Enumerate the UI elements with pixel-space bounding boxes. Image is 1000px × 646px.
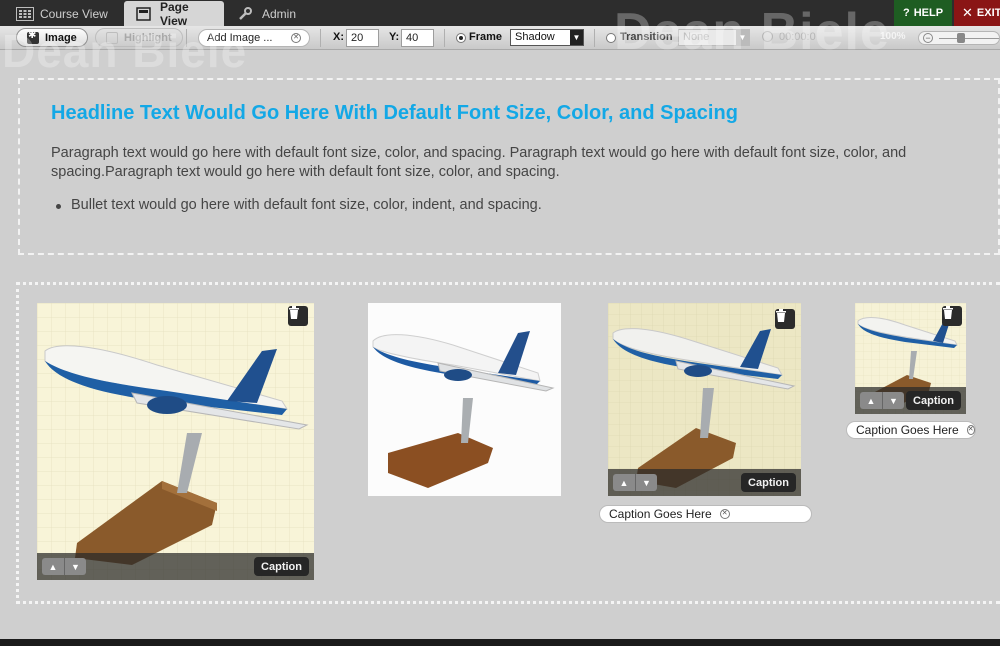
bullet-item: Bullet text would go here with default f… — [56, 197, 542, 213]
text-content-block[interactable]: Headline Text Would Go Here With Default… — [18, 78, 1000, 255]
tab-page-view[interactable]: Page View — [124, 0, 224, 28]
caption-input[interactable]: Caption Goes Here ✕ — [599, 505, 812, 523]
toolbar-divider — [186, 29, 187, 47]
move-up-button[interactable]: ▲ — [613, 474, 635, 491]
caption-input[interactable]: Caption Goes Here ✕ — [846, 421, 976, 439]
gallery-image-3[interactable]: ▲ ▼ Caption — [608, 303, 801, 496]
top-navigation-bar: Course View Page View Admin ? HELP ✕ EXI… — [0, 0, 1000, 28]
image-controls: ▲ ▼ Caption — [608, 469, 801, 496]
airplane-model-image — [372, 331, 555, 488]
tab-admin-label: Admin — [262, 6, 297, 21]
tab-admin[interactable]: Admin — [226, 1, 306, 26]
clear-icon[interactable]: ✕ — [719, 509, 730, 519]
image-star-icon: ✱ — [27, 30, 39, 44]
highlight-icon — [106, 31, 118, 44]
image-controls: ▲ ▼ Caption — [37, 553, 314, 580]
caption-input-value: Caption Goes Here — [856, 423, 959, 437]
caption-input-value: Caption Goes Here — [609, 507, 712, 521]
caption-button[interactable]: Caption — [741, 473, 796, 492]
frame-select[interactable]: Shadow ▼ — [510, 29, 584, 46]
move-down-button[interactable]: ▼ — [64, 558, 86, 575]
grid-icon — [16, 6, 34, 21]
page-paragraph: Paragraph text would go here with defaul… — [51, 145, 907, 180]
reorder-arrows: ▲ ▼ — [860, 392, 904, 409]
delete-image-button[interactable] — [288, 306, 308, 326]
exit-button[interactable]: ✕ EXIT — [954, 0, 1000, 26]
clear-icon[interactable]: ✕ — [291, 33, 301, 43]
toolbar-divider — [444, 29, 445, 47]
help-label: HELP — [913, 7, 944, 19]
image-controls: ▲ ▼ Caption — [855, 387, 966, 414]
frame-radio[interactable] — [456, 33, 466, 43]
x-position-input[interactable]: 20 — [346, 29, 379, 47]
highlight-mode-button[interactable]: Highlight — [95, 28, 183, 47]
gallery-image-4[interactable]: ▲ ▼ Caption — [855, 303, 966, 414]
trash-icon — [776, 309, 786, 322]
move-up-button[interactable]: ▲ — [860, 392, 882, 409]
move-down-button[interactable]: ▼ — [635, 474, 657, 491]
frame-select-value: Shadow — [515, 31, 555, 43]
zoom-track — [939, 38, 999, 39]
zoom-slider[interactable]: − — [918, 31, 1000, 45]
image-mode-button[interactable]: ✱ Image — [16, 28, 88, 47]
transition-radio[interactable] — [606, 33, 616, 43]
toolbar-divider — [320, 29, 321, 47]
transition-label: Transition — [620, 31, 673, 43]
reorder-arrows: ▲ ▼ — [42, 558, 86, 575]
page-icon — [136, 6, 152, 21]
toolbar-divider — [594, 29, 595, 47]
chevron-down-icon: ▼ — [736, 30, 749, 45]
transition-select[interactable]: None ▼ — [678, 29, 750, 46]
tab-course-view-label: Course View — [40, 6, 108, 21]
gallery-image-2[interactable] — [368, 303, 561, 496]
help-button[interactable]: ? HELP — [894, 0, 952, 26]
trash-icon — [943, 306, 953, 319]
tab-page-view-label: Page View — [160, 0, 189, 28]
frame-label: Frame — [469, 31, 503, 43]
y-label: Y: — [389, 31, 400, 43]
add-image-field[interactable]: Add Image ... ✕ — [198, 29, 310, 47]
caption-button[interactable]: Caption — [254, 557, 309, 576]
delete-image-button[interactable] — [942, 306, 962, 326]
clock-icon — [762, 31, 773, 42]
y-position-input[interactable]: 40 — [401, 29, 434, 47]
zoom-thumb[interactable] — [957, 33, 965, 43]
move-up-button[interactable]: ▲ — [42, 558, 64, 575]
zoom-out-icon[interactable]: − — [923, 33, 933, 43]
caption-button[interactable]: Caption — [906, 391, 961, 410]
airplane-model-image — [608, 303, 801, 496]
highlight-mode-label: Highlight — [124, 31, 172, 44]
tab-course-view[interactable]: Course View — [4, 1, 123, 26]
exit-label: EXIT — [976, 7, 1000, 19]
chevron-down-icon: ▼ — [570, 30, 583, 45]
time-value: 00:00:0 — [779, 31, 816, 43]
trash-icon — [289, 306, 299, 319]
airplane-model-image — [37, 303, 314, 580]
move-down-button[interactable]: ▼ — [882, 392, 904, 409]
clear-icon[interactable]: ✕ — [966, 425, 975, 435]
page-toolbar: ✱ Image Highlight Add Image ... ✕ X: 20 … — [0, 26, 1000, 50]
reorder-arrows: ▲ ▼ — [613, 474, 657, 491]
image-mode-label: Image — [45, 31, 77, 44]
close-icon: ✕ — [962, 5, 973, 20]
gallery-image-1[interactable]: ▲ ▼ Caption — [37, 303, 314, 580]
wrench-icon — [238, 6, 254, 21]
zoom-value: 100% — [880, 31, 906, 42]
add-image-value: Add Image ... — [207, 32, 273, 44]
transition-select-value: None — [683, 31, 710, 43]
question-icon: ? — [902, 7, 910, 19]
delete-image-button[interactable] — [775, 309, 795, 329]
bottom-bar — [0, 639, 1000, 646]
x-label: X: — [333, 31, 344, 43]
page-headline: Headline Text Would Go Here With Default… — [51, 102, 738, 124]
